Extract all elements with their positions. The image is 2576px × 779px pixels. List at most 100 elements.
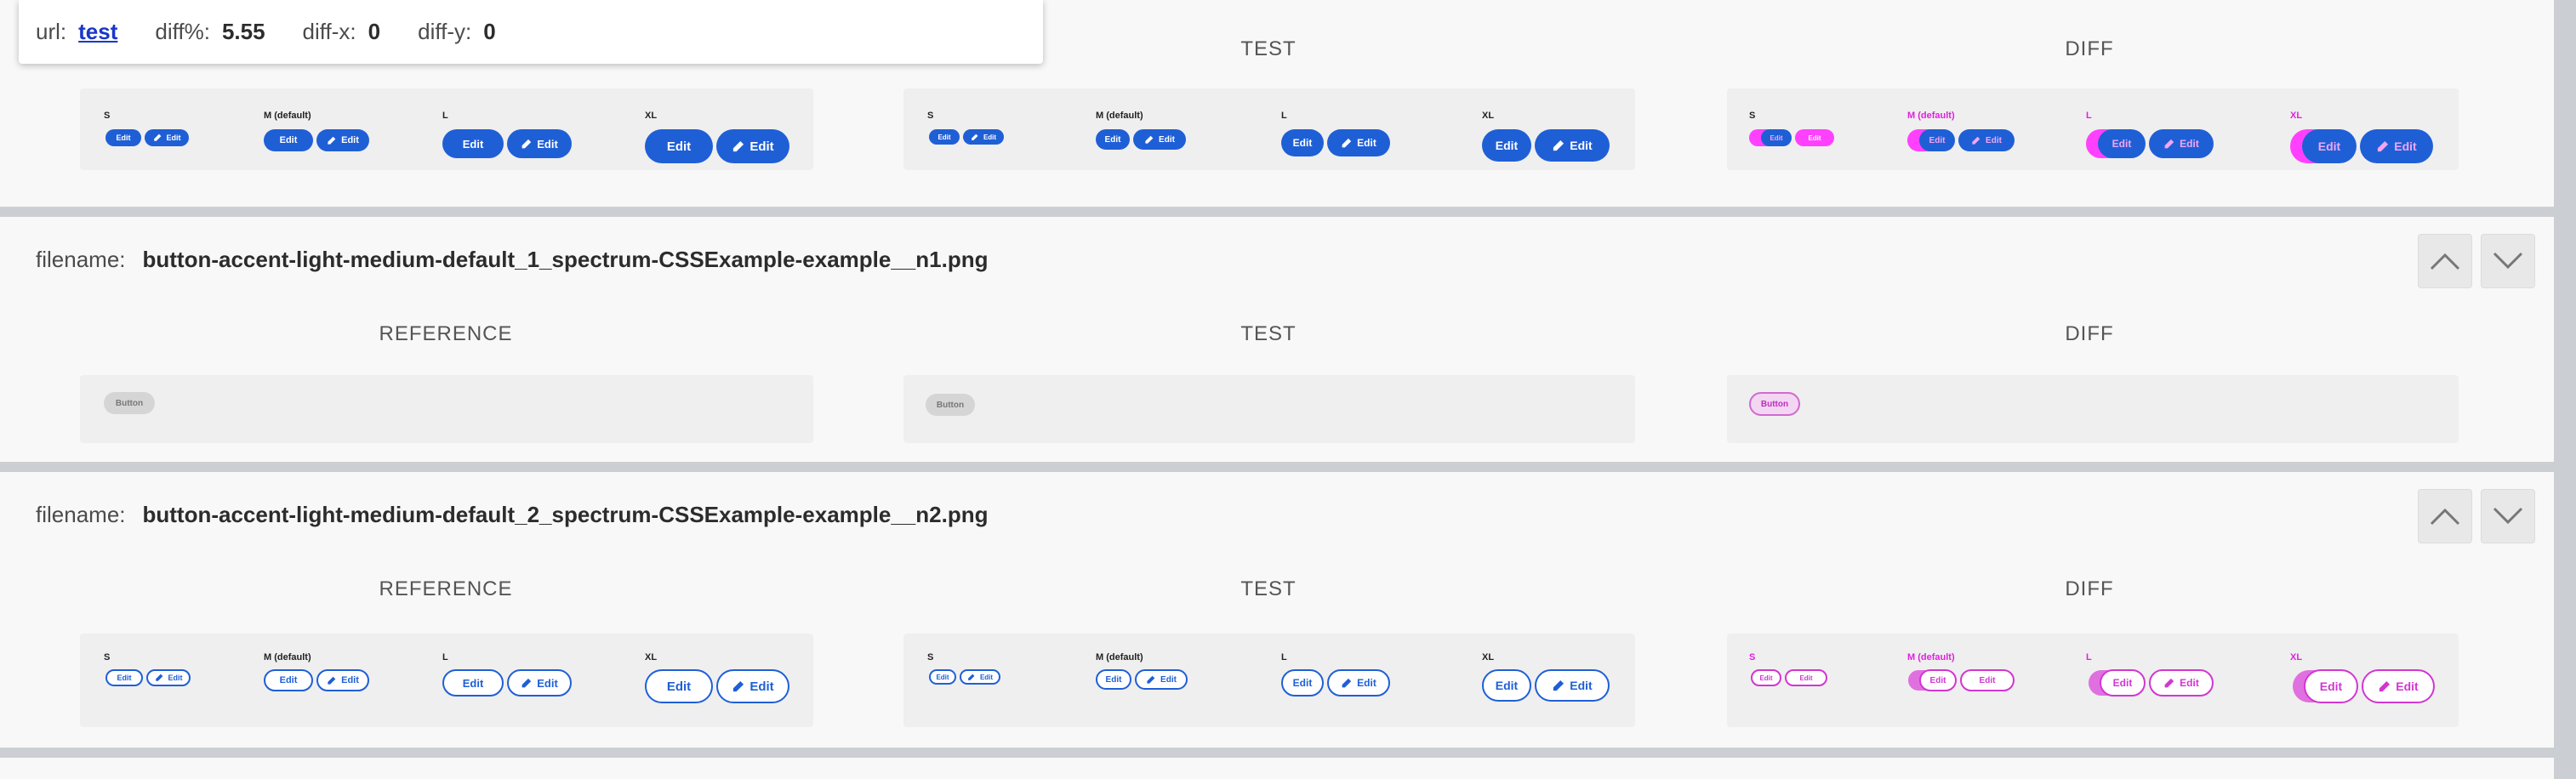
panel-diff: Button xyxy=(1727,375,2459,443)
chevron-down-icon xyxy=(2493,507,2523,525)
heading-test: TEST xyxy=(1240,37,1297,60)
size-label-s: S xyxy=(104,652,111,662)
button-edit-m[interactable]: Edit xyxy=(1096,129,1130,150)
button-edit-icon-l[interactable]: Edit xyxy=(507,669,572,697)
filename-row: filename: button-accent-light-medium-def… xyxy=(36,217,988,302)
diff-button-edit-m: Edit xyxy=(1919,129,1955,151)
next-button[interactable] xyxy=(2481,489,2535,543)
button-edit-icon-m[interactable]: Edit xyxy=(1135,669,1188,690)
button-edit-xl[interactable]: Edit xyxy=(645,129,713,163)
size-label-m: M (default) xyxy=(1096,111,1143,121)
diff-button-edit-xl: Edit xyxy=(2302,129,2357,163)
pencil-icon xyxy=(521,139,532,148)
diff-button-edit-icon-s: Edit xyxy=(1785,669,1827,686)
diff-button-edit-icon-l: Edit xyxy=(2149,669,2214,697)
button-edit-icon-m[interactable]: Edit xyxy=(1133,129,1186,150)
previous-button[interactable] xyxy=(2418,489,2472,543)
button-edit-l[interactable]: Edit xyxy=(1281,129,1324,156)
size-label-m: M (default) xyxy=(1096,652,1143,662)
diff-button-edit-s: Edit xyxy=(1761,129,1792,146)
button-edit-m[interactable]: Edit xyxy=(264,669,313,691)
diff-button-edit-l: Edit xyxy=(2100,669,2146,697)
pencil-icon xyxy=(1553,679,1564,691)
pencil-icon xyxy=(328,676,336,685)
size-label-l: L xyxy=(442,652,448,662)
pencil-icon xyxy=(1342,678,1352,687)
diff-button: Button xyxy=(1749,392,1800,416)
panel-reference: Button xyxy=(80,375,813,443)
button-edit-icon-s[interactable]: Edit xyxy=(963,129,1004,145)
diff-button-edit-icon-l: Edit xyxy=(2149,129,2214,158)
pencil-icon xyxy=(1972,136,1980,145)
diff-button-edit-icon-m: Edit xyxy=(1958,129,2015,151)
button-edit-icon-l[interactable]: Edit xyxy=(1327,669,1390,697)
button-edit-icon-s[interactable]: Edit xyxy=(960,669,1000,685)
filename-label: filename: xyxy=(36,501,126,527)
diff-x-label: diff-x: xyxy=(302,19,356,44)
size-label-l: L xyxy=(1281,652,1287,662)
url-label: url: xyxy=(36,19,67,44)
diff-y-value: 0 xyxy=(483,19,496,44)
button-edit-icon-l[interactable]: Edit xyxy=(1327,129,1390,156)
diff-button-edit-m: Edit xyxy=(1919,669,1957,691)
button-edit-icon-s[interactable]: Edit xyxy=(146,669,191,686)
pencil-icon xyxy=(968,674,975,680)
button-edit-icon-xl[interactable]: Edit xyxy=(1535,129,1610,162)
filename-value: button-accent-light-medium-default_1_spe… xyxy=(142,246,989,272)
diff-button-edit-icon-m: Edit xyxy=(1960,669,2015,691)
pencil-icon xyxy=(328,136,336,145)
pencil-icon xyxy=(2378,140,2389,151)
button-edit-l[interactable]: Edit xyxy=(1281,669,1324,697)
button-edit-icon-s[interactable]: Edit xyxy=(145,129,189,146)
button-edit-s[interactable]: Edit xyxy=(105,129,141,146)
button-edit-m[interactable]: Edit xyxy=(1096,669,1131,690)
next-button[interactable] xyxy=(2481,234,2535,288)
size-label-l: L xyxy=(442,111,448,121)
size-label-m: M (default) xyxy=(264,111,311,121)
button-edit-s[interactable]: Edit xyxy=(105,669,143,686)
button-edit-icon-l[interactable]: Edit xyxy=(507,129,572,158)
previous-button[interactable] xyxy=(2418,234,2472,288)
size-label-m: M (default) xyxy=(1907,652,1955,662)
size-label-xl: XL xyxy=(645,652,658,662)
button-edit-s[interactable]: Edit xyxy=(929,129,960,145)
size-label-xl: XL xyxy=(645,111,658,121)
chevron-down-icon xyxy=(2493,252,2523,270)
page: TEST DIFF S Edit Edit M (default) Edit E… xyxy=(0,0,2576,779)
button-edit-icon-m[interactable]: Edit xyxy=(316,669,369,691)
heading-diff: DIFF xyxy=(2065,37,2114,60)
diff-percent-value: 5.55 xyxy=(221,19,265,44)
button-edit-xl[interactable]: Edit xyxy=(1482,669,1531,702)
pencil-icon xyxy=(153,134,161,141)
diff-x-value: 0 xyxy=(368,19,381,44)
button-edit-l[interactable]: Edit xyxy=(442,129,504,158)
diff-button-edit-xl: Edit xyxy=(2304,669,2358,703)
button-edit-xl[interactable]: Edit xyxy=(1482,129,1531,162)
button-edit-icon-m[interactable]: Edit xyxy=(316,129,369,151)
panel-test: Button xyxy=(903,375,1635,443)
comparison-section-n2: filename: button-accent-light-medium-def… xyxy=(0,472,2554,748)
button-edit-s[interactable]: Edit xyxy=(929,669,956,685)
pencil-icon xyxy=(2379,680,2391,691)
button-edit-xl[interactable]: Edit xyxy=(645,669,713,703)
pencil-icon xyxy=(1342,138,1352,147)
diff-stats-card: url: test diff%: 5.55 diff-x: 0 diff-y: … xyxy=(19,0,1043,64)
heading-reference: REFERENCE xyxy=(379,322,513,345)
size-label-s: S xyxy=(1749,111,1756,121)
size-label-s: S xyxy=(927,652,934,662)
button-test[interactable]: Button xyxy=(926,394,975,416)
heading-test: TEST xyxy=(1240,322,1297,345)
button-reference[interactable]: Button xyxy=(104,392,155,414)
button-edit-l[interactable]: Edit xyxy=(442,669,504,697)
button-edit-icon-xl[interactable]: Edit xyxy=(716,129,789,163)
size-label-xl: XL xyxy=(1482,111,1495,121)
button-edit-m[interactable]: Edit xyxy=(264,129,313,151)
url-link[interactable]: test xyxy=(78,19,117,45)
heading-diff: DIFF xyxy=(2065,577,2114,600)
comparison-section-n1: filename: button-accent-light-medium-def… xyxy=(0,217,2554,463)
button-edit-icon-xl[interactable]: Edit xyxy=(1535,669,1610,702)
size-label-s: S xyxy=(927,111,934,121)
size-label-s: S xyxy=(104,111,111,121)
diff-button-edit-icon-xl: Edit xyxy=(2362,669,2435,703)
button-edit-icon-xl[interactable]: Edit xyxy=(716,669,789,703)
